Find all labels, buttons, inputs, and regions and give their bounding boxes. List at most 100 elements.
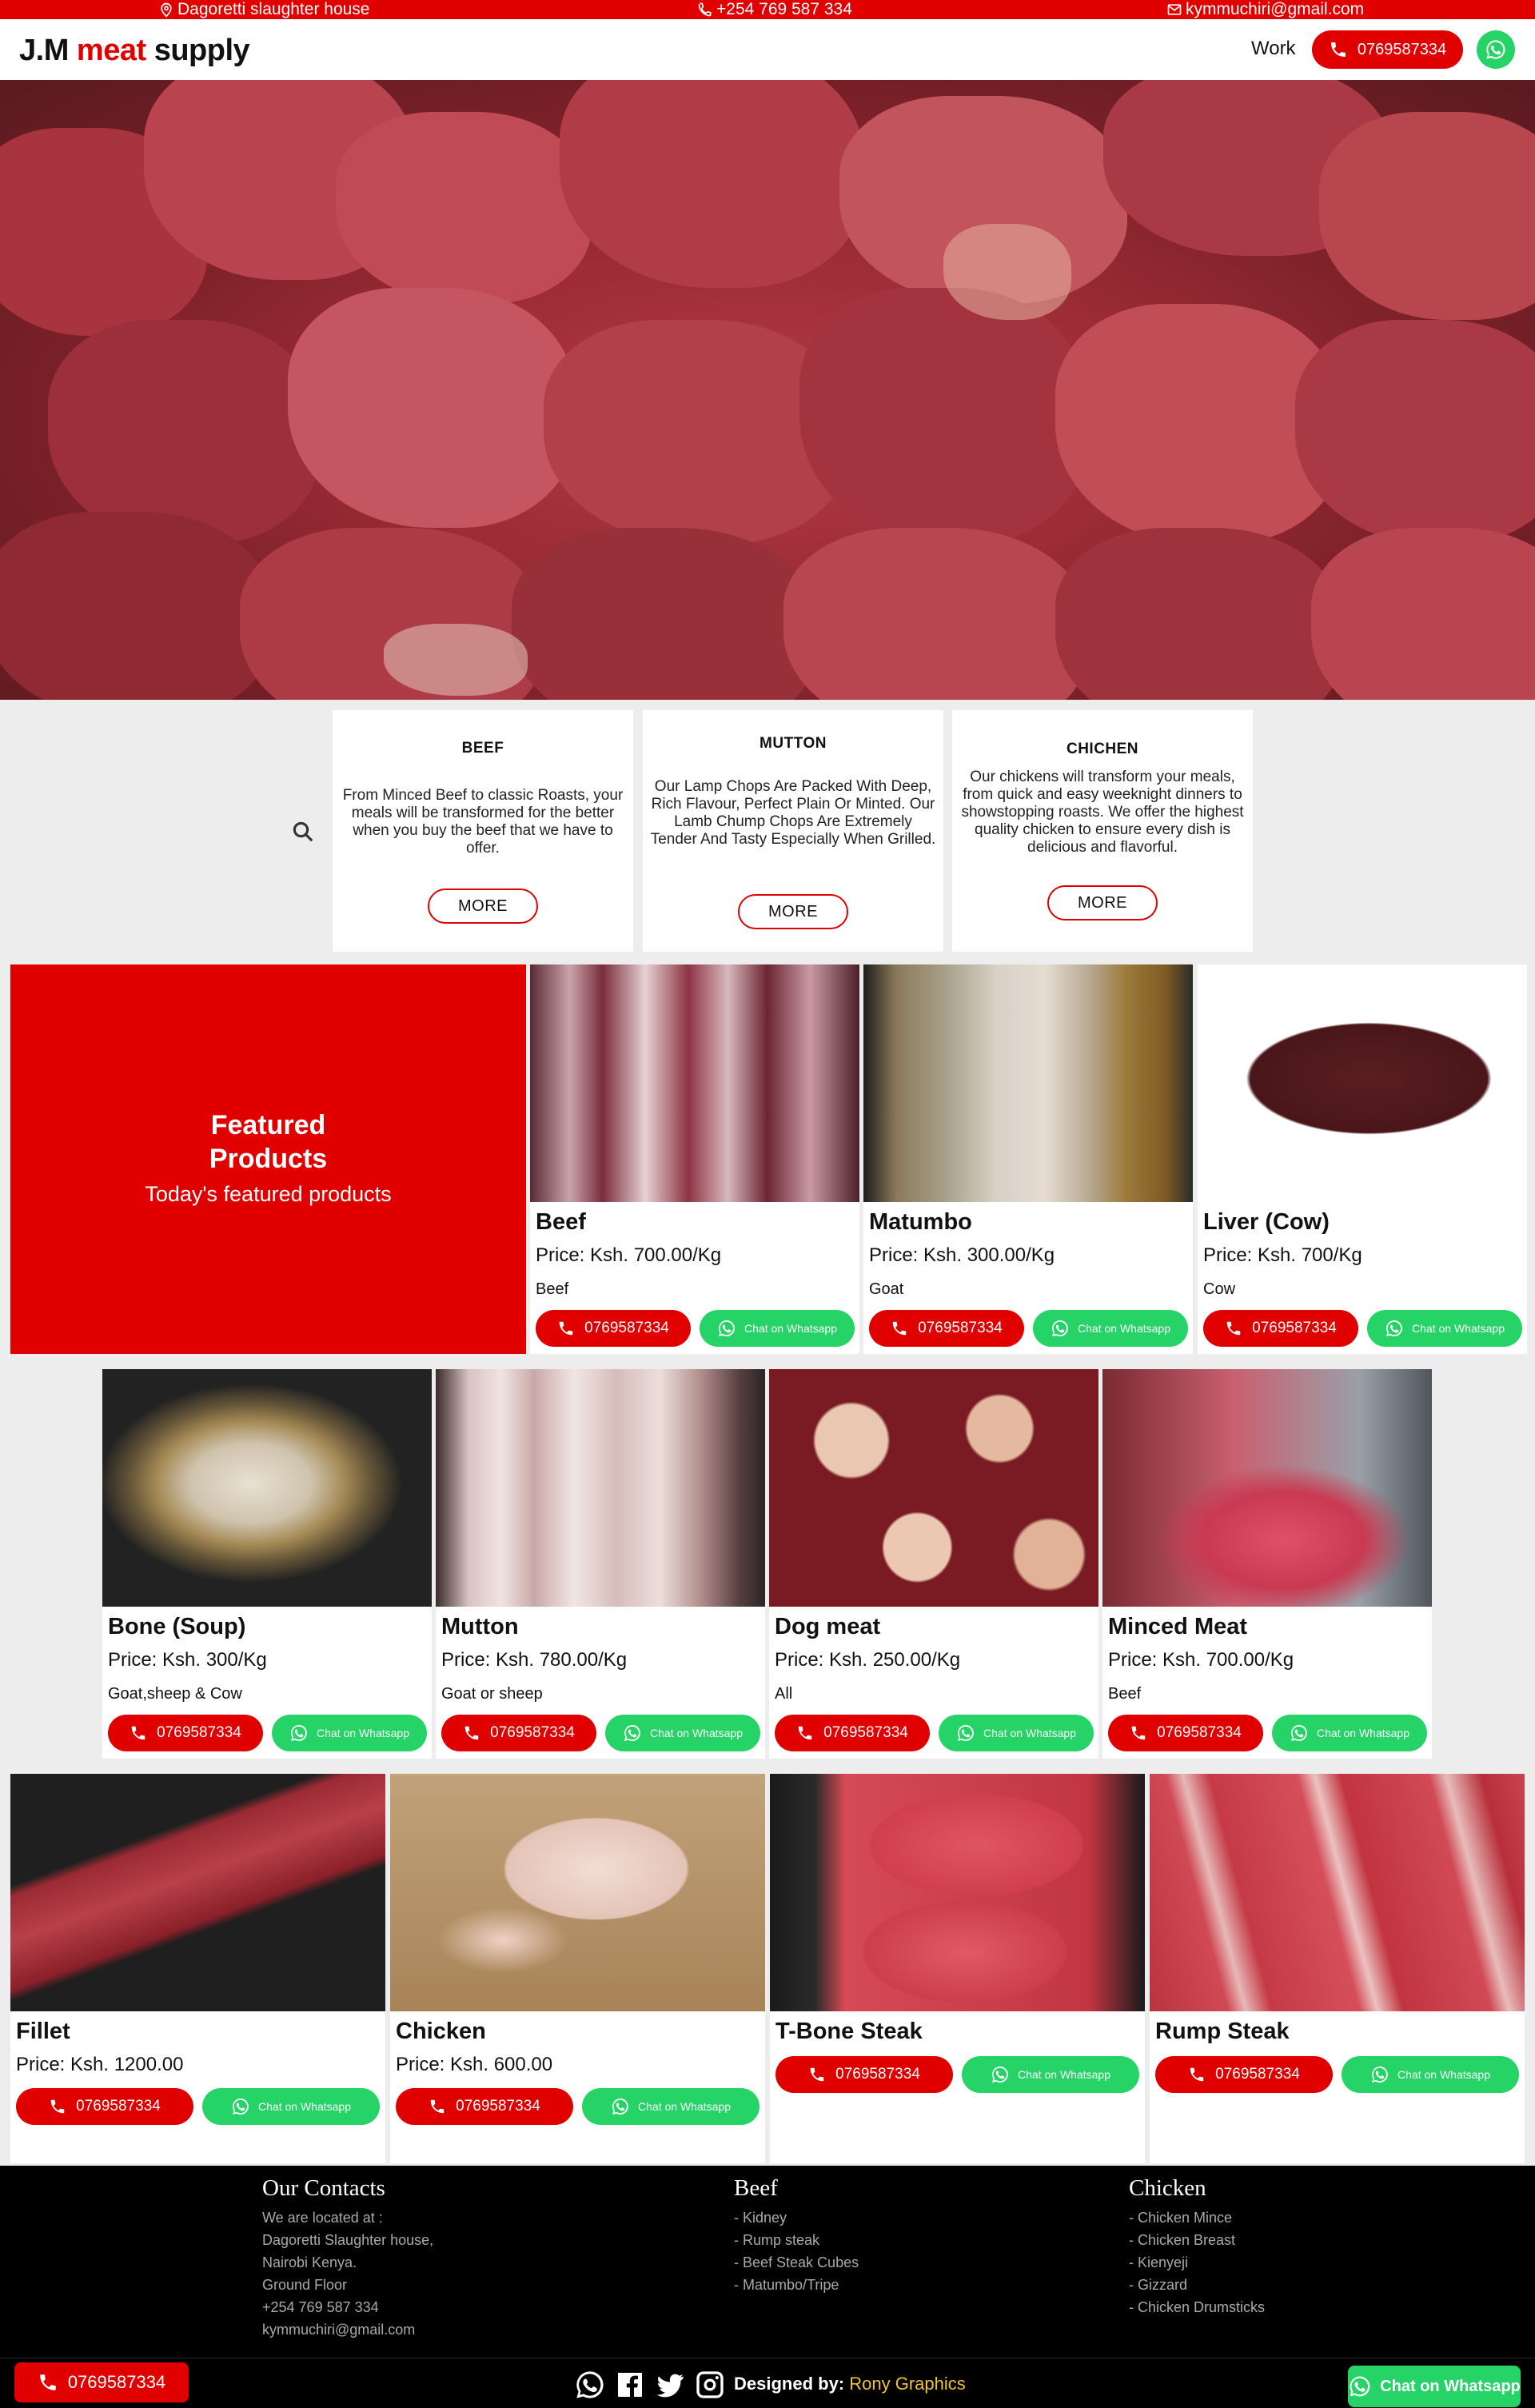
- call-button[interactable]: 0769587334: [1203, 1310, 1358, 1347]
- product-card-fillet[interactable]: Fillet Price: Ksh. 1200.00 0769587334 Ch…: [10, 1774, 385, 2163]
- product-category: Goat,sheep & Cow: [108, 1685, 242, 1703]
- footer-chicken: Chicken - Chicken Mince - Chicken Breast…: [1129, 2175, 1265, 2318]
- product-category: Beef: [1108, 1685, 1142, 1703]
- footer-link[interactable]: - Beef Steak Cubes: [734, 2251, 859, 2274]
- instagram-icon[interactable]: [694, 2369, 726, 2401]
- whatsapp-label: Chat on Whatsapp: [638, 2100, 731, 2113]
- product-image-minced-meat: [1102, 1369, 1432, 1607]
- category-title: BEEF: [461, 740, 504, 757]
- product-image-liver: [1198, 964, 1527, 1202]
- product-category: Cow: [1203, 1280, 1236, 1298]
- whatsapp-label: Chat on Whatsapp: [317, 1727, 409, 1739]
- product-card-bone-soup[interactable]: Bone (Soup) Price: Ksh. 300/Kg Goat,shee…: [102, 1369, 432, 1759]
- call-button[interactable]: 0769587334: [536, 1310, 691, 1347]
- header-call-button[interactable]: 0769587334: [1312, 30, 1463, 69]
- brand-jm: J.M: [19, 34, 69, 67]
- footer-link[interactable]: - Chicken Mince: [1129, 2206, 1265, 2229]
- featured-products-banner: Featured Products Today's featured produ…: [10, 964, 526, 1354]
- product-card-matumbo[interactable]: Matumbo Price: Ksh. 300.00/Kg Goat 07695…: [863, 964, 1193, 1354]
- facebook-icon[interactable]: [614, 2369, 646, 2401]
- footer-link[interactable]: - Chicken Drumsticks: [1129, 2296, 1265, 2318]
- product-price: Price: Ksh. 700.00/Kg: [1108, 1649, 1294, 1671]
- more-button[interactable]: MORE: [1047, 885, 1158, 920]
- product-name: T-Bone Steak: [775, 2019, 923, 2044]
- mail-icon: [1167, 4, 1182, 15]
- call-button[interactable]: 0769587334: [16, 2088, 193, 2125]
- location-icon: [161, 2, 172, 18]
- header-whatsapp-button[interactable]: [1477, 30, 1515, 69]
- footer-whatsapp-button[interactable]: Chat on Whatsapp: [1348, 2366, 1521, 2407]
- product-card-dog-meat[interactable]: Dog meat Price: Ksh. 250.00/Kg All 07695…: [769, 1369, 1098, 1759]
- whatsapp-icon: [717, 1319, 736, 1338]
- whatsapp-icon: [623, 1723, 642, 1743]
- more-button[interactable]: MORE: [738, 894, 848, 929]
- contact-line: We are located at :: [262, 2210, 383, 2226]
- call-button[interactable]: 0769587334: [396, 2088, 573, 2125]
- topbar-phone[interactable]: +254 769 587 334: [697, 0, 852, 19]
- whatsapp-button[interactable]: Chat on Whatsapp: [962, 2056, 1139, 2093]
- product-image-beef-carcass: [530, 964, 859, 1202]
- twitter-icon[interactable]: [654, 2369, 686, 2401]
- product-category: Beef: [536, 1280, 569, 1298]
- product-name: Minced Meat: [1108, 1614, 1248, 1639]
- whatsapp-button[interactable]: Chat on Whatsapp: [1033, 1310, 1188, 1347]
- product-price: Price: Ksh. 300/Kg: [108, 1649, 267, 1671]
- footer-call-button[interactable]: 0769587334: [14, 2362, 189, 2402]
- whatsapp-button[interactable]: Chat on Whatsapp: [582, 2088, 760, 2125]
- product-card-liver[interactable]: Liver (Cow) Price: Ksh. 700/Kg Cow 07695…: [1198, 964, 1527, 1354]
- product-price: Price: Ksh. 300.00/Kg: [869, 1244, 1055, 1266]
- call-button[interactable]: 0769587334: [441, 1715, 596, 1751]
- whatsapp-button[interactable]: Chat on Whatsapp: [700, 1310, 855, 1347]
- product-price: Price: Ksh. 700.00/Kg: [536, 1244, 722, 1266]
- whatsapp-button[interactable]: Chat on Whatsapp: [1367, 1310, 1522, 1347]
- product-card-rump-steak[interactable]: Rump Steak 0769587334 Chat on Whatsapp: [1150, 1774, 1525, 2163]
- product-card-mutton[interactable]: Mutton Price: Ksh. 780.00/Kg Goat or she…: [436, 1369, 765, 1759]
- call-button[interactable]: 0769587334: [1108, 1715, 1263, 1751]
- topbar-address[interactable]: Dagoretti slaughter house: [158, 0, 370, 19]
- topbar-email[interactable]: kymmuchiri@gmail.com: [1166, 0, 1364, 19]
- product-card-beef[interactable]: Beef Price: Ksh. 700.00/Kg Beef 07695873…: [530, 964, 859, 1354]
- designer-link[interactable]: Rony Graphics: [849, 2374, 966, 2394]
- more-button[interactable]: MORE: [428, 889, 538, 924]
- product-card-chicken[interactable]: Chicken Price: Ksh. 600.00 0769587334 Ch…: [390, 1774, 765, 2163]
- call-label: 0769587334: [584, 1320, 669, 1336]
- site-footer: Our Contacts We are located at : Dagoret…: [0, 2166, 1535, 2408]
- footer-link[interactable]: - Chicken Breast: [1129, 2229, 1265, 2251]
- product-price: Price: Ksh. 700/Kg: [1203, 1244, 1362, 1266]
- nav-work-link[interactable]: Work: [1251, 38, 1296, 60]
- whatsapp-icon: [231, 2097, 250, 2116]
- footer-contacts: Our Contacts We are located at : Dagoret…: [262, 2175, 433, 2341]
- whatsapp-button[interactable]: Chat on Whatsapp: [272, 1715, 427, 1751]
- call-button[interactable]: 0769587334: [775, 2056, 953, 2093]
- product-image-t-bone-steak: [770, 1774, 1145, 2011]
- footer-chicken-title: Chicken: [1129, 2175, 1206, 2201]
- call-label: 0769587334: [1157, 1724, 1242, 1741]
- whatsapp-button[interactable]: Chat on Whatsapp: [202, 2088, 380, 2125]
- brand-logo[interactable]: J.M meat supply: [19, 34, 250, 68]
- call-button[interactable]: 0769587334: [108, 1715, 263, 1751]
- whatsapp-button[interactable]: Chat on Whatsapp: [939, 1715, 1094, 1751]
- product-card-minced-meat[interactable]: Minced Meat Price: Ksh. 700.00/Kg Beef 0…: [1102, 1369, 1432, 1759]
- call-button[interactable]: 0769587334: [869, 1310, 1024, 1347]
- phone-icon: [49, 2098, 66, 2115]
- footer-link[interactable]: - Matumbo/Tripe: [734, 2274, 859, 2296]
- product-card-t-bone-steak[interactable]: T-Bone Steak 0769587334 Chat on Whatsapp: [770, 1774, 1145, 2163]
- call-button[interactable]: 0769587334: [775, 1715, 930, 1751]
- product-image-matumbo: [863, 964, 1193, 1202]
- featured-title-line2: Products: [209, 1144, 328, 1174]
- footer-link[interactable]: - Kidney: [734, 2206, 859, 2229]
- footer-contacts-title: Our Contacts: [262, 2175, 385, 2201]
- whatsapp-icon[interactable]: [574, 2369, 606, 2401]
- footer-link[interactable]: - Kienyeji: [1129, 2251, 1265, 2274]
- footer-link[interactable]: - Rump steak: [734, 2229, 859, 2251]
- product-price: Price: Ksh. 600.00: [396, 2054, 553, 2075]
- search-icon[interactable]: [291, 820, 315, 844]
- product-image-rump-steak: [1150, 1774, 1525, 2011]
- call-button[interactable]: 0769587334: [1155, 2056, 1333, 2093]
- whatsapp-button[interactable]: Chat on Whatsapp: [1272, 1715, 1427, 1751]
- whatsapp-button[interactable]: Chat on Whatsapp: [605, 1715, 760, 1751]
- whatsapp-label: Chat on Whatsapp: [1317, 1727, 1409, 1739]
- featured-subtitle: Today's featured products: [145, 1182, 392, 1206]
- whatsapp-button[interactable]: Chat on Whatsapp: [1342, 2056, 1519, 2093]
- footer-link[interactable]: - Gizzard: [1129, 2274, 1265, 2296]
